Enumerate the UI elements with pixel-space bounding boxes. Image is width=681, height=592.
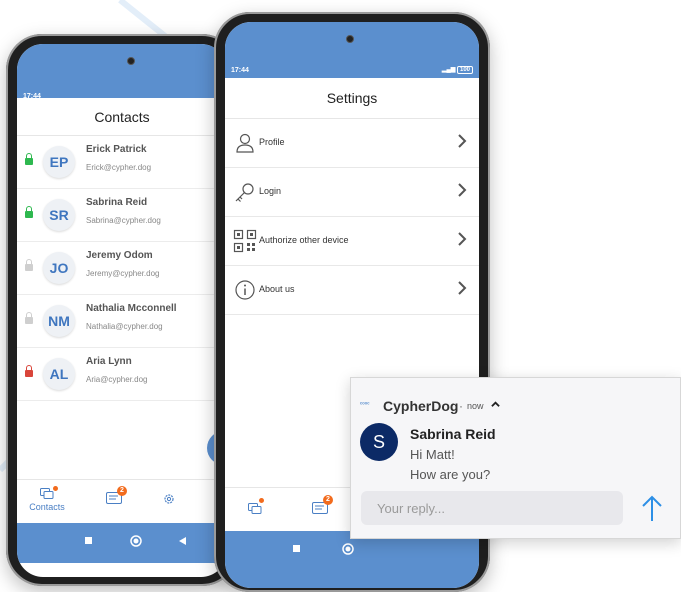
contact-email: Sabrina@cypher.dog — [86, 216, 161, 225]
settings-item-about[interactable]: About us — [225, 266, 479, 315]
chevron-right-icon — [458, 281, 467, 295]
lock-icon — [25, 153, 33, 165]
lock-icon — [25, 259, 33, 271]
system-nav-bar — [225, 531, 479, 588]
back-triangle-icon[interactable] — [179, 537, 187, 545]
contact-row[interactable]: AL Aria Lynn Aria@cypher.dog — [17, 348, 227, 401]
message-line: Hi Matt! — [410, 447, 455, 462]
contact-email: Erick@cypher.dog — [86, 163, 152, 172]
contacts-dot-badge — [53, 486, 58, 491]
circle-icon[interactable] — [130, 535, 142, 547]
contact-name: Erick Patrick — [86, 144, 147, 155]
contact-name: Nathalia Mcconnell — [86, 303, 177, 314]
message-line: How are you? — [410, 467, 491, 482]
square-icon[interactable] — [293, 545, 301, 553]
avatar: AL — [43, 358, 75, 390]
notification-card[interactable]: ᶜᵒᵒᶜ CypherDog · now S Sabrina Reid Hi M… — [350, 377, 681, 539]
status-time: 17:44 — [231, 67, 249, 74]
page-title: Settings — [225, 78, 479, 119]
lock-icon — [25, 312, 33, 324]
avatar: SR — [43, 199, 75, 231]
app-logo-icon: ᶜᵒᵒᶜ — [360, 402, 370, 408]
contact-row[interactable]: SR Sabrina Reid Sabrina@cypher.dog — [17, 189, 227, 242]
lock-icon — [25, 365, 33, 377]
contacts-chat-icon — [40, 488, 54, 499]
contact-row[interactable]: JO Jeremy Odom Jeremy@cypher.dog — [17, 242, 227, 295]
nav-contacts[interactable] — [243, 488, 267, 532]
contacts-chat-icon — [248, 503, 262, 514]
avatar: EP — [43, 146, 75, 178]
nav-chats[interactable]: 2 — [305, 488, 335, 532]
avatar: NM — [43, 305, 75, 337]
nav-chats[interactable]: 2 — [99, 480, 129, 524]
circle-icon[interactable] — [342, 543, 354, 555]
lock-icon — [25, 206, 33, 218]
bottom-nav: Contacts 2 — [17, 479, 227, 523]
avatar: JO — [43, 252, 75, 284]
settings-item-label: Login — [259, 186, 282, 196]
notification-sender: Sabrina Reid — [410, 426, 496, 442]
status-icons: ▂▄▆ 100 — [442, 66, 473, 74]
battery-icon: 100 — [456, 66, 473, 74]
up-arrow-icon[interactable] — [637, 491, 667, 525]
nav-contacts[interactable]: Contacts — [23, 480, 71, 524]
system-nav-bar — [17, 523, 227, 563]
contacts-dot-badge — [259, 498, 264, 503]
front-camera — [127, 57, 135, 65]
contact-name: Jeremy Odom — [86, 250, 153, 261]
front-camera — [346, 35, 354, 43]
reply-input[interactable] — [361, 491, 623, 525]
page-title: Contacts — [17, 98, 227, 136]
gear-icon — [164, 494, 174, 504]
key-icon — [235, 183, 254, 202]
signal-icon: ▂▄▆ — [441, 67, 456, 73]
settings-item-profile[interactable]: Profile — [225, 119, 479, 168]
chevron-right-icon — [458, 134, 467, 148]
chevron-right-icon — [458, 183, 467, 197]
info-icon — [235, 280, 255, 300]
chats-count-badge: 2 — [323, 495, 333, 505]
settings-item-authorize-device[interactable]: Authorize other device — [225, 217, 479, 266]
chevron-up-icon[interactable] — [491, 400, 500, 409]
chats-count-badge: 2 — [117, 486, 127, 496]
settings-item-label: Authorize other device — [259, 235, 349, 245]
chevron-right-icon — [458, 232, 467, 246]
nav-settings[interactable] — [157, 480, 181, 524]
settings-item-label: Profile — [259, 137, 285, 147]
contact-name: Sabrina Reid — [86, 197, 148, 208]
contact-name: Aria Lynn — [86, 356, 132, 367]
contact-email: Aria@cypher.dog — [86, 375, 148, 384]
person-icon — [236, 133, 254, 153]
contact-row[interactable]: NM Nathalia Mcconnell Nathalia@cypher.dog — [17, 295, 227, 348]
status-bar: 17:44 ▂▄▆ 100 — [225, 22, 479, 78]
qr-code-icon — [233, 229, 257, 253]
notification-time: now — [467, 401, 484, 411]
contact-email: Jeremy@cypher.dog — [86, 269, 160, 278]
contact-row[interactable]: EP Erick Patrick Erick@cypher.dog — [17, 136, 227, 189]
square-icon[interactable] — [85, 537, 93, 545]
separator-dot: · — [459, 399, 463, 413]
contacts-screen: 17:44 Contacts EP Erick Patrick Erick@cyph… — [17, 44, 227, 577]
contact-email: Nathalia@cypher.dog — [86, 322, 163, 331]
settings-item-login[interactable]: Login — [225, 168, 479, 217]
settings-item-label: About us — [259, 284, 295, 294]
notification-app-name: CypherDog — [383, 398, 459, 414]
sender-avatar: S — [360, 423, 398, 461]
nav-contacts-label: Contacts — [29, 502, 65, 512]
contacts-phone: 17:44 Contacts EP Erick Patrick Erick@cyph… — [6, 34, 238, 586]
status-bar: 17:44 — [17, 44, 227, 106]
